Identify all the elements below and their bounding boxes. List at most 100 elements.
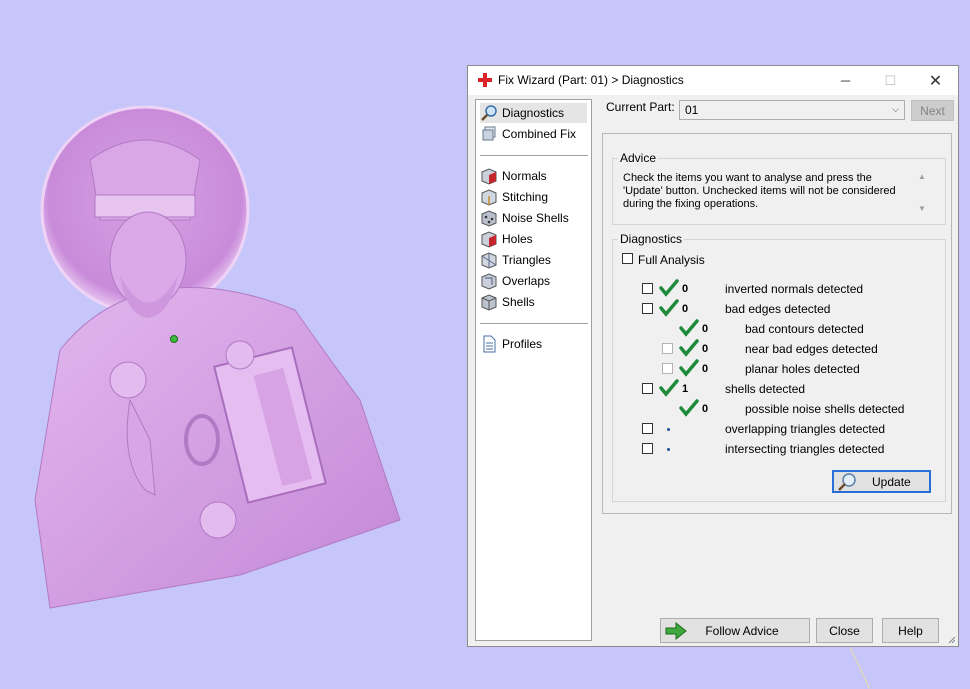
row-count: 1: [682, 383, 689, 395]
next-button[interactable]: Next: [911, 100, 954, 121]
shells-cube-icon: [481, 294, 497, 311]
nav-label: Diagnostics: [502, 106, 565, 120]
row-checkbox[interactable]: [662, 363, 673, 374]
row-count: 0: [682, 283, 689, 295]
current-part-label: Current Part:: [606, 100, 675, 114]
close-label: Close: [829, 623, 860, 638]
window-title: Fix Wizard (Part: 01) > Diagnostics: [498, 73, 684, 87]
minimize-button[interactable]: ─: [823, 66, 868, 95]
row-label: possible noise shells detected: [745, 402, 905, 416]
row-label: planar holes detected: [745, 362, 860, 376]
fix-wizard-dialog: Fix Wizard (Part: 01) > Diagnostics ─ ☐ …: [467, 65, 959, 647]
follow-advice-button[interactable]: Follow Advice: [660, 618, 810, 643]
nav-label: Overlaps: [502, 274, 551, 288]
normals-cube-icon: [481, 168, 497, 185]
update-button[interactable]: Update: [832, 470, 931, 493]
checkmark-icon: [679, 319, 699, 337]
nav-item-shells[interactable]: Shells: [480, 292, 587, 312]
nav-label: Profiles: [502, 337, 543, 351]
update-label: Update: [872, 474, 911, 489]
axis-line: [850, 647, 870, 689]
nav-divider: [480, 323, 588, 324]
scroll-up-icon[interactable]: ▲: [916, 172, 928, 182]
document-icon: [483, 335, 496, 353]
checkmark-icon: [659, 299, 679, 317]
pending-dot-icon: [667, 428, 670, 431]
noise-cube-icon: [481, 210, 497, 227]
maximize-icon: ☐: [884, 72, 897, 88]
full-analysis-label: Full Analysis: [638, 253, 705, 267]
nav-divider: [480, 155, 588, 156]
current-part-select[interactable]: 01 ⌵: [679, 100, 905, 120]
magnifier-icon: [838, 472, 856, 491]
nav-item-normals[interactable]: Normals: [480, 166, 587, 186]
nav-item-diagnostics[interactable]: Diagnostics: [480, 103, 587, 123]
row-checkbox[interactable]: [642, 383, 653, 394]
nav-label: Triangles: [502, 253, 551, 267]
nav-label: Noise Shells: [502, 211, 569, 225]
title-bar[interactable]: Fix Wizard (Part: 01) > Diagnostics ─ ☐ …: [468, 66, 958, 95]
pending-dot-icon: [667, 448, 670, 451]
row-label: intersecting triangles detected: [725, 442, 885, 456]
nav-item-triangles[interactable]: Triangles: [480, 250, 587, 270]
nav-item-profiles[interactable]: Profiles: [480, 334, 587, 354]
relief-model[interactable]: [30, 100, 410, 620]
stitching-cube-icon: [481, 189, 497, 206]
nav-label: Holes: [502, 232, 533, 246]
current-part-value: 01: [685, 103, 699, 117]
resize-grip-icon[interactable]: [948, 636, 956, 644]
advice-title: Advice: [618, 151, 659, 165]
triangles-cube-icon: [481, 252, 497, 269]
row-label: shells detected: [725, 382, 806, 396]
red-cross-icon: [478, 73, 492, 87]
follow-advice-label: Follow Advice: [705, 623, 779, 638]
nav-item-holes[interactable]: Holes: [480, 229, 587, 249]
row-label: bad edges detected: [725, 302, 831, 316]
minimize-icon: ─: [840, 73, 851, 88]
arrow-right-icon: [665, 622, 687, 640]
checkmark-icon: [659, 379, 679, 397]
nav-label: Shells: [502, 295, 535, 309]
magnifier-icon: [481, 105, 497, 121]
row-checkbox[interactable]: [642, 423, 653, 434]
row-checkbox[interactable]: [642, 443, 653, 454]
nav-label: Stitching: [502, 190, 549, 204]
nav-item-stitching[interactable]: Stitching: [480, 187, 587, 207]
row-checkbox[interactable]: [662, 343, 673, 354]
checkmark-icon: [659, 279, 679, 297]
row-label: near bad edges detected: [745, 342, 878, 356]
row-count: 0: [702, 363, 709, 375]
row-checkbox[interactable]: [642, 303, 653, 314]
checkmark-icon: [679, 399, 699, 417]
row-label: inverted normals detected: [725, 282, 864, 296]
close-window-button[interactable]: ✕: [913, 66, 958, 95]
next-label: Next: [920, 103, 945, 118]
nav-item-combined-fix[interactable]: Combined Fix: [480, 124, 587, 144]
nav-item-overlaps[interactable]: Overlaps: [480, 271, 587, 291]
diagnostics-title: Diagnostics: [618, 232, 685, 246]
nav-label: Normals: [502, 169, 547, 183]
help-button[interactable]: Help: [882, 618, 939, 643]
wizard-nav-panel: Diagnostics Combined Fix Normals Stitchi…: [475, 99, 592, 641]
chevron-down-icon: ⌵: [892, 104, 899, 114]
scroll-down-icon[interactable]: ▼: [916, 204, 928, 214]
maximize-button[interactable]: ☐: [868, 66, 913, 95]
close-button[interactable]: Close: [816, 618, 873, 643]
nav-label: Combined Fix: [502, 127, 577, 141]
nav-item-noise-shells[interactable]: Noise Shells: [480, 208, 587, 228]
holes-cube-icon: [481, 231, 497, 248]
row-count: 0: [702, 403, 709, 415]
close-icon: ✕: [928, 72, 943, 90]
row-count: 0: [682, 303, 689, 315]
overlaps-cube-icon: [481, 273, 497, 290]
full-analysis-checkbox[interactable]: [622, 253, 633, 264]
row-checkbox[interactable]: [642, 283, 653, 294]
checkmark-icon: [679, 359, 699, 377]
layers-icon: [482, 126, 496, 141]
advice-text: Check the items you want to analyse and …: [623, 172, 896, 210]
row-count: 0: [702, 323, 709, 335]
checkmark-icon: [679, 339, 699, 357]
row-count: 0: [702, 343, 709, 355]
help-label: Help: [898, 623, 923, 638]
row-label: overlapping triangles detected: [725, 422, 886, 436]
